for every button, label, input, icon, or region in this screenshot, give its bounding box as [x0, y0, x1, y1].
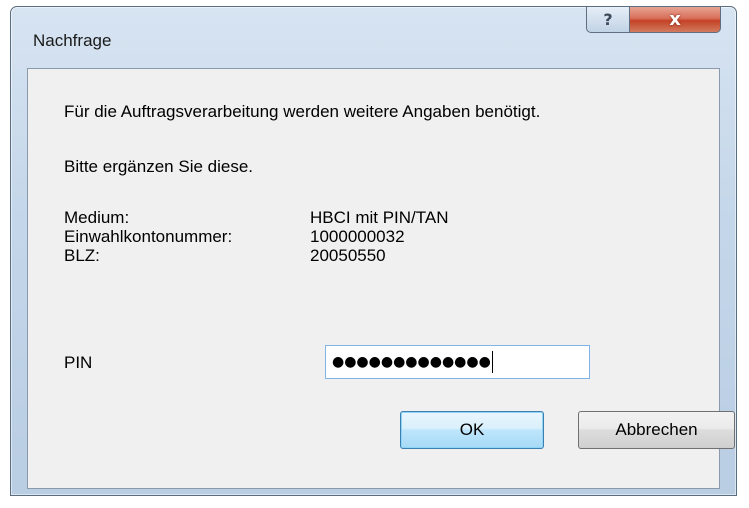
- blz-value: 20050550: [310, 246, 386, 265]
- info-message: Für die Auftragsverarbeitung werden weit…: [64, 102, 541, 121]
- dialog-content: Für die Auftragsverarbeitung werden weit…: [27, 68, 735, 489]
- pin-label: PIN: [64, 353, 93, 372]
- title-bar[interactable]: Nachfrage ? x: [11, 7, 736, 69]
- pin-masked-value: ●●●●●●●●●●●●●: [332, 354, 491, 370]
- window-title: Nachfrage: [33, 31, 112, 50]
- close-button[interactable]: x: [629, 7, 721, 33]
- close-icon: x: [669, 8, 681, 30]
- help-button[interactable]: ?: [586, 7, 630, 33]
- medium-value: HBCI mit PIN/TAN: [310, 208, 449, 227]
- ok-button[interactable]: OK: [400, 411, 544, 449]
- text-caret: [491, 351, 493, 373]
- dialog-window: Nachfrage ? x Für die Auftragsverarbeitu…: [10, 6, 737, 496]
- instruction-message: Bitte ergänzen Sie diese.: [64, 157, 254, 176]
- pin-input[interactable]: ●●●●●●●●●●●●●: [325, 345, 590, 379]
- help-icon: ?: [603, 9, 613, 29]
- account-number-value: 1000000032: [310, 227, 405, 246]
- medium-label: Medium:: [64, 208, 130, 227]
- cancel-button[interactable]: Abbrechen: [578, 411, 735, 449]
- blz-label: BLZ:: [64, 246, 100, 265]
- account-number-label: Einwahlkontonummer:: [64, 227, 233, 246]
